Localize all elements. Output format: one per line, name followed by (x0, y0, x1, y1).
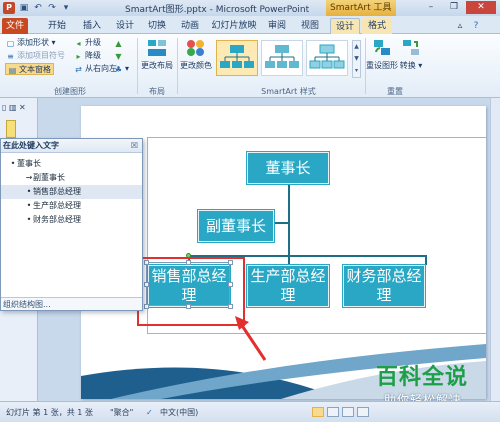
tab-file[interactable]: 文件 (2, 18, 28, 34)
slide-position-status: 幻灯片 第 1 张，共 1 张 (6, 408, 93, 417)
text-pane-item[interactable]: • 生产部总经理 (1, 199, 142, 213)
minimize-icon[interactable]: – (420, 1, 442, 14)
text-pane-icon: ▤ (8, 66, 17, 75)
tab-design[interactable]: 设计 (112, 18, 138, 34)
tab-view[interactable]: 视图 (297, 18, 323, 34)
red-arrow-icon (235, 316, 267, 361)
reading-view-icon[interactable] (342, 407, 354, 417)
connector-line (425, 255, 427, 265)
tab-smartart-format[interactable]: 格式 (362, 18, 392, 34)
text-pane-item[interactable]: • 董事长 (1, 157, 142, 171)
status-bar: 幻灯片 第 1 张，共 1 张 "聚合" ✓ 中文(中国) (0, 401, 500, 422)
text-pane-item[interactable]: • 销售部总经理 (1, 185, 142, 199)
save-icon[interactable]: ▣ (18, 2, 30, 14)
theme-status[interactable]: "聚合" (110, 407, 133, 418)
slide-thumbnail[interactable] (6, 120, 16, 138)
redo-icon[interactable]: ↷ (46, 2, 58, 14)
org-node-finance-gm[interactable]: 财务部总经理 (343, 265, 425, 307)
convert-button[interactable]: 转换 ▾ (399, 38, 423, 71)
smartart-style-option[interactable] (261, 40, 303, 76)
tab-animations[interactable]: 动画 (177, 18, 203, 34)
move-down-icon: ▼ (115, 52, 122, 61)
highlight-box (137, 257, 245, 326)
tab-home[interactable]: 开始 (44, 18, 70, 34)
layout-group-label: 布局 (149, 87, 165, 96)
text-pane-button[interactable]: ▤ 文本窗格 (5, 63, 54, 75)
help-icon[interactable]: ? (470, 18, 482, 34)
ribbon: ▢ 添加形状 ▾ ≡ 添加项目符号 ▤ 文本窗格 ◂ 升级 ▸ 降级 ⇄ 从右向左 ▲ ▼ … (0, 34, 500, 98)
change-colors-icon (185, 38, 207, 58)
undo-icon[interactable]: ↶ (32, 2, 44, 14)
customize-quick-access-icon[interactable]: ▾ (60, 2, 72, 14)
smartart-text-pane[interactable]: 在此处键入文字 ☒ • 董事长 →副董事长 • 销售部总经理 • 生产部总经理 • 财务… (0, 138, 143, 311)
org-node-production-gm[interactable]: 生产部总经理 (247, 265, 329, 307)
move-up-button[interactable]: ▲ (114, 37, 125, 49)
normal-view-icon[interactable] (312, 407, 324, 417)
smartart-style-option[interactable] (216, 40, 258, 76)
add-bullet-icon: ≡ (7, 52, 14, 61)
add-shape-button[interactable]: ▢ 添加形状 ▾ (6, 37, 56, 49)
org-layout-icon: ♣ (114, 65, 123, 74)
slideshow-view-icon[interactable] (357, 407, 369, 417)
minimize-ribbon-icon[interactable]: ▵ (454, 18, 466, 34)
change-colors-button[interactable]: 更改颜色 (179, 38, 213, 71)
ribbon-tabs: 文件 开始 插入 设计 切换 动画 幻灯片放映 审阅 视图 设计 格式 ▵ ? (0, 16, 500, 34)
slides-pane-tabs[interactable]: ▯ ▥ ✕ (2, 102, 36, 114)
move-up-icon: ▲ (115, 39, 122, 48)
window-title: SmartArt图形.pptx - Microsoft PowerPoint (125, 5, 310, 15)
title-bar: P ▣ ↶ ↷ ▾ SmartArt图形.pptx - Microsoft Po… (0, 0, 500, 16)
reset-group-label: 重置 (387, 87, 403, 96)
tab-slideshow[interactable]: 幻灯片放映 (210, 18, 258, 34)
demote-arrow-icon: ▸ (76, 52, 81, 61)
styles-gallery-scroll[interactable]: ▲ ▼ ▾ (352, 40, 361, 78)
spellcheck-icon[interactable]: ✓ (146, 407, 153, 418)
create-graphic-group-label: 创建图形 (54, 87, 86, 96)
smartart-tools-context-title: SmartArt 工具 (326, 0, 396, 16)
org-node-vice-chairman[interactable]: 副董事长 (198, 210, 274, 242)
demote-button[interactable]: ▸ 降级 (74, 50, 101, 62)
smartart-style-option[interactable] (306, 40, 348, 76)
tab-transitions[interactable]: 切换 (144, 18, 170, 34)
right-to-left-button[interactable]: ⇄ 从右向左 (74, 63, 117, 75)
layout-dropdown-button[interactable]: ♣ ▾ (114, 63, 129, 75)
org-node-chairman[interactable]: 董事长 (247, 152, 329, 184)
promote-arrow-icon: ◂ (76, 39, 81, 48)
convert-icon (400, 38, 422, 58)
promote-button[interactable]: ◂ 升级 (74, 37, 101, 49)
smartart-styles-group-label: SmartArt 样式 (261, 87, 316, 96)
connector-line (273, 222, 289, 224)
connector-line (288, 183, 290, 265)
restore-icon[interactable]: ❐ (443, 1, 465, 14)
group-separator (137, 38, 138, 94)
powerpoint-app-icon[interactable]: P (3, 2, 15, 14)
text-pane-header: 在此处键入文字 ☒ (1, 139, 142, 153)
slide-sorter-view-icon[interactable] (327, 407, 339, 417)
language-status[interactable]: 中文(中国) (160, 407, 198, 418)
close-icon[interactable]: ☒ (131, 139, 138, 153)
text-pane-item[interactable]: • 财务部总经理 (1, 213, 142, 227)
group-separator (177, 38, 178, 94)
text-pane-footer[interactable]: 组织结构图... (1, 297, 142, 310)
tab-smartart-design[interactable]: 设计 (330, 18, 360, 34)
add-bullet-button[interactable]: ≡ 添加项目符号 (6, 50, 65, 62)
reset-graphic-icon (371, 38, 393, 58)
change-layout-icon (146, 38, 168, 58)
tab-insert[interactable]: 插入 (79, 18, 105, 34)
right-to-left-icon: ⇄ (75, 65, 82, 74)
move-down-button[interactable]: ▼ (114, 50, 125, 62)
text-pane-item[interactable]: →副董事长 (1, 171, 142, 185)
change-layout-button[interactable]: 更改布局 (140, 38, 174, 71)
reset-graphic-button[interactable]: 重设图形 (366, 38, 398, 71)
add-shape-icon: ▢ (6, 39, 15, 48)
tab-review[interactable]: 审阅 (264, 18, 290, 34)
close-icon[interactable]: ✕ (466, 1, 496, 14)
